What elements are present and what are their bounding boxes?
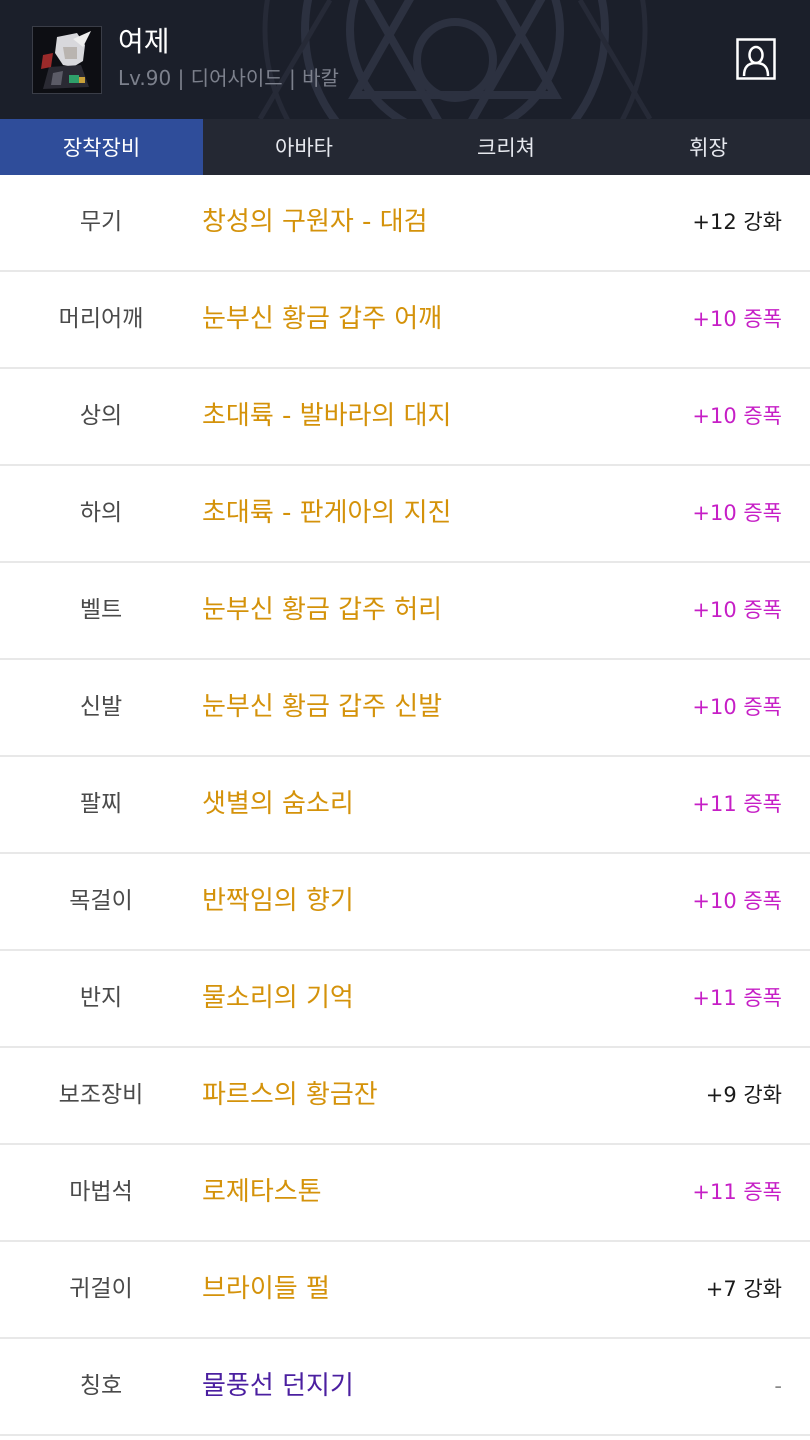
equipment-item-name[interactable]: 파르스의 황금잔 (202, 1048, 378, 1143)
equipment-item-name[interactable]: 물소리의 기억 (202, 951, 354, 1046)
equipment-row[interactable]: 상의 초대륙 - 발바라의 대지 +10 증폭 (0, 369, 810, 466)
person-icon (736, 38, 776, 80)
equipment-slot-label: 목걸이 (69, 888, 133, 914)
equipment-upgrade-value: +12 강화 (692, 210, 782, 234)
character-info: Lv.90 | 디어사이드 | 바칼 (118, 66, 339, 90)
equipment-upgrade-value: +10 증폭 (692, 501, 782, 525)
equipment-upgrade-value: +10 증폭 (692, 695, 782, 719)
equipment-slot-label: 머리어깨 (58, 306, 144, 332)
equipment-item-name[interactable]: 샛별의 숨소리 (202, 757, 354, 852)
equipment-upgrade-value: - (774, 1374, 782, 1398)
equipment-row[interactable]: 무기 창성의 구원자 - 대검 +12 강화 (0, 175, 810, 272)
character-name: 여제 (118, 25, 170, 58)
equipment-row[interactable]: 귀걸이 브라이들 펄 +7 강화 (0, 1242, 810, 1339)
tab-equipment[interactable]: 장착장비 (0, 119, 203, 175)
tab-creature[interactable]: 크리쳐 (405, 119, 607, 175)
tab-emblem[interactable]: 휘장 (607, 119, 810, 175)
tab-bar: 장착장비 아바타 크리쳐 휘장 (0, 119, 810, 175)
equipment-slot-label: 마법석 (69, 1179, 133, 1205)
equipment-slot-label: 벨트 (79, 597, 123, 623)
equipment-item-name[interactable]: 로제타스톤 (202, 1145, 322, 1240)
equipment-slot-label: 칭호 (79, 1373, 123, 1399)
equipment-item-name[interactable]: 눈부신 황금 갑주 어깨 (202, 272, 442, 367)
character-portrait-icon (33, 27, 101, 93)
equipment-row[interactable]: 칭호 물풍선 던지기 - (0, 1339, 810, 1436)
equipment-slot-label: 보조장비 (58, 1082, 144, 1108)
equipment-slot-label: 귀걸이 (69, 1276, 133, 1302)
equipment-upgrade-value: +11 증폭 (692, 986, 782, 1010)
equipment-upgrade-value: +11 증폭 (692, 1180, 782, 1204)
equipment-slot-label: 하의 (79, 500, 123, 526)
equipment-upgrade-value: +9 강화 (705, 1083, 782, 1107)
equipment-item-name[interactable]: 물풍선 던지기 (202, 1339, 354, 1434)
equipment-upgrade-value: +10 증폭 (692, 307, 782, 331)
equipment-list: 무기 창성의 구원자 - 대검 +12 강화머리어깨 눈부신 황금 갑주 어깨 +10 … (0, 175, 810, 1436)
equipment-slot-label: 무기 (79, 209, 123, 235)
equipment-slot-label: 반지 (79, 985, 123, 1011)
equipment-row[interactable]: 벨트 눈부신 황금 갑주 허리 +10 증폭 (0, 563, 810, 660)
equipment-slot-label: 팔찌 (79, 791, 123, 817)
equipment-row[interactable]: 신발 눈부신 황금 갑주 신발 +10 증폭 (0, 660, 810, 757)
equipment-slot-label: 상의 (79, 403, 123, 429)
equipment-row[interactable]: 머리어깨 눈부신 황금 갑주 어깨 +10 증폭 (0, 272, 810, 369)
equipment-upgrade-value: +10 증폭 (692, 889, 782, 913)
equipment-item-name[interactable]: 반짝임의 향기 (202, 854, 354, 949)
equipment-row[interactable]: 팔찌 샛별의 숨소리 +11 증폭 (0, 757, 810, 854)
profile-button[interactable] (736, 38, 776, 80)
equipment-upgrade-value: +10 증폭 (692, 404, 782, 428)
character-header: 여제 Lv.90 | 디어사이드 | 바칼 (0, 0, 810, 119)
equipment-row[interactable]: 반지 물소리의 기억 +11 증폭 (0, 951, 810, 1048)
equipment-row[interactable]: 보조장비 파르스의 황금잔 +9 강화 (0, 1048, 810, 1145)
equipment-item-name[interactable]: 눈부신 황금 갑주 허리 (202, 563, 442, 658)
equipment-item-name[interactable]: 초대륙 - 판게아의 지진 (202, 466, 451, 561)
equipment-item-name[interactable]: 눈부신 황금 갑주 신발 (202, 660, 442, 755)
equipment-row[interactable]: 마법석 로제타스톤 +11 증폭 (0, 1145, 810, 1242)
equipment-upgrade-value: +11 증폭 (692, 792, 782, 816)
equipment-row[interactable]: 목걸이 반짝임의 향기 +10 증폭 (0, 854, 810, 951)
equipment-item-name[interactable]: 브라이들 펄 (202, 1242, 330, 1337)
equipment-slot-label: 신발 (79, 694, 123, 720)
equipment-item-name[interactable]: 초대륙 - 발바라의 대지 (202, 369, 451, 464)
equipment-item-name[interactable]: 창성의 구원자 - 대검 (202, 175, 428, 270)
equipment-upgrade-value: +10 증폭 (692, 598, 782, 622)
character-avatar[interactable] (32, 26, 102, 94)
equipment-upgrade-value: +7 강화 (705, 1277, 782, 1301)
equipment-row[interactable]: 하의 초대륙 - 판게아의 지진 +10 증폭 (0, 466, 810, 563)
tab-avatar[interactable]: 아바타 (203, 119, 405, 175)
